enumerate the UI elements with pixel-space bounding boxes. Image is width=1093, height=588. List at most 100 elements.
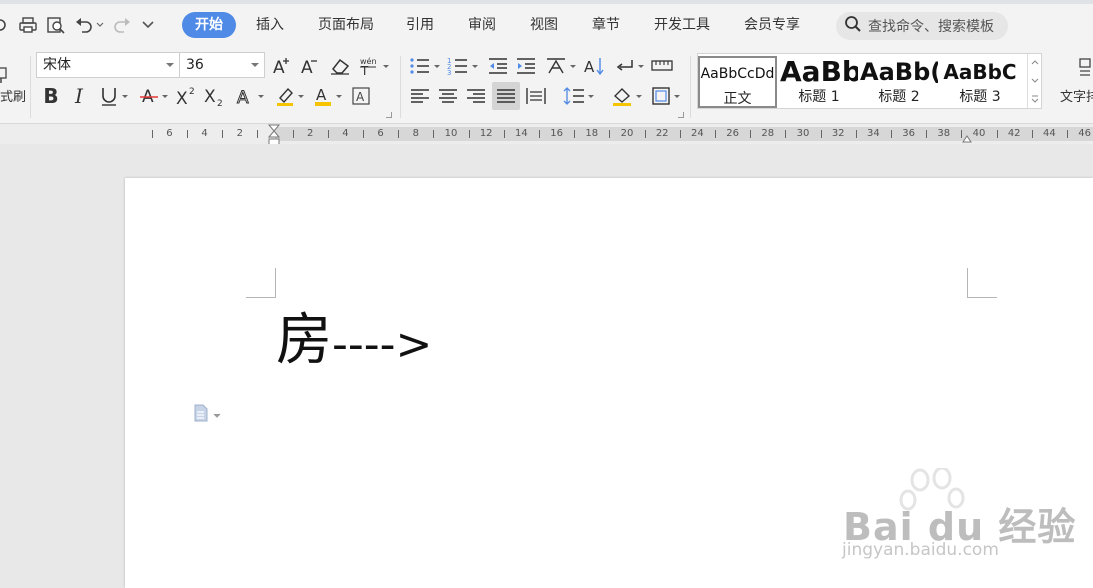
undo-dropdown-icon[interactable] bbox=[96, 21, 104, 29]
chevron-down-icon bbox=[166, 63, 174, 67]
ruler-tick bbox=[715, 130, 716, 138]
tab-home[interactable]: 开始 bbox=[182, 12, 236, 38]
character-border-button[interactable]: A bbox=[350, 84, 372, 108]
subscript-button[interactable]: X2 bbox=[202, 84, 226, 108]
paragraph-handle[interactable] bbox=[193, 404, 221, 426]
line-spacing-button[interactable] bbox=[560, 84, 596, 108]
svg-text:3: 3 bbox=[447, 69, 451, 76]
style-label: 标题 3 bbox=[959, 89, 1001, 105]
document-icon bbox=[193, 404, 209, 426]
ruler-tick bbox=[891, 130, 892, 138]
tab-developer[interactable]: 开发工具 bbox=[642, 12, 722, 38]
style-gallery-scroller[interactable] bbox=[1027, 54, 1041, 108]
print-preview-icon[interactable] bbox=[46, 16, 66, 34]
ruler-tick bbox=[820, 130, 822, 138]
font-size-select[interactable]: 36 bbox=[179, 52, 265, 78]
shading-button[interactable] bbox=[608, 84, 644, 108]
ruler-tick bbox=[750, 130, 752, 138]
superscript-button[interactable]: X2 bbox=[174, 84, 198, 108]
bold-icon: B bbox=[43, 84, 59, 108]
chevron-down-icon bbox=[637, 64, 644, 68]
svg-text:A: A bbox=[584, 58, 595, 76]
ruler-label: 12 bbox=[479, 128, 493, 139]
tab-member[interactable]: 会员专享 bbox=[732, 12, 812, 38]
shrink-font-icon[interactable]: A bbox=[299, 54, 321, 78]
style-heading-3[interactable]: AaBbC 标题 3 bbox=[941, 56, 1019, 108]
justify-icon[interactable] bbox=[492, 82, 520, 110]
text-layout-icon[interactable] bbox=[1076, 56, 1093, 84]
chevron-down-icon bbox=[213, 408, 221, 423]
highlight-button[interactable] bbox=[272, 84, 306, 108]
chevron-down-icon bbox=[297, 94, 304, 98]
undo-icon[interactable] bbox=[74, 16, 94, 34]
align-right-icon[interactable] bbox=[464, 84, 488, 108]
chevron-down-icon bbox=[251, 63, 259, 67]
ruler-label: 2 bbox=[307, 128, 314, 139]
svg-text:X: X bbox=[176, 89, 188, 107]
ruler-label: 46 bbox=[1078, 128, 1091, 139]
horizontal-ruler[interactable]: 6 4 2 2 4 6 8 10 12 14 16 18 20 22 24 26 28 30 32 34 36 38 40 4… bbox=[145, 127, 1093, 141]
ruler-label: 36 bbox=[902, 128, 915, 139]
tab-review[interactable]: 审阅 bbox=[456, 12, 508, 38]
table-tools-icon[interactable] bbox=[650, 54, 674, 78]
ruler-tick bbox=[574, 130, 576, 138]
right-indent-marker-icon[interactable] bbox=[962, 131, 972, 143]
align-left-icon[interactable] bbox=[408, 84, 432, 108]
phonetic-guide-icon[interactable]: wén T bbox=[357, 54, 389, 78]
ruler-label: 6 bbox=[166, 128, 173, 139]
bullets-button[interactable] bbox=[408, 54, 440, 78]
separator bbox=[690, 56, 691, 118]
font-dialog-launcher-icon[interactable] bbox=[386, 112, 392, 118]
ruler-label: 16 bbox=[550, 128, 563, 139]
align-center-icon[interactable] bbox=[436, 84, 460, 108]
tab-references[interactable]: 引用 bbox=[394, 12, 446, 38]
tab-view[interactable]: 视图 bbox=[518, 12, 570, 38]
customize-toolbar-icon[interactable] bbox=[142, 20, 154, 30]
format-painter-label[interactable]: 式刷 bbox=[0, 90, 26, 106]
redo-partial-icon[interactable] bbox=[0, 17, 10, 33]
style-heading-2[interactable]: AaBb( 标题 2 bbox=[860, 56, 938, 108]
style-normal[interactable]: AaBbCcDd 正文 bbox=[698, 56, 777, 108]
chevron-down-icon bbox=[673, 94, 680, 98]
sort-icon[interactable]: A bbox=[582, 54, 606, 78]
bold-button[interactable]: B bbox=[40, 84, 62, 108]
borders-button[interactable] bbox=[648, 84, 682, 108]
font-color-button[interactable]: A bbox=[310, 84, 344, 108]
chinese-layout-button[interactable] bbox=[542, 54, 578, 78]
ruler-label: 20 bbox=[620, 128, 634, 139]
chevron-down-icon bbox=[569, 64, 576, 68]
italic-button[interactable]: I bbox=[68, 84, 90, 108]
ruler-tick bbox=[644, 130, 646, 138]
svg-text:A: A bbox=[316, 86, 327, 104]
paragraph-dialog-launcher-icon[interactable] bbox=[678, 112, 684, 118]
document-text[interactable]: 房----> bbox=[276, 305, 432, 381]
command-search-box[interactable]: 查找命令、搜索模板 bbox=[836, 12, 1008, 40]
style-sample: AaBb( bbox=[860, 58, 938, 86]
text-layout-label[interactable]: 文字排 bbox=[1060, 90, 1093, 106]
style-heading-1[interactable]: AaBb 标题 1 bbox=[780, 56, 858, 108]
ruler-label: 8 bbox=[412, 128, 419, 139]
tab-chapter[interactable]: 章节 bbox=[580, 12, 632, 38]
print-icon[interactable] bbox=[18, 16, 38, 34]
underline-button[interactable] bbox=[96, 84, 130, 108]
margin-corner-top-right bbox=[967, 268, 997, 298]
redo-icon[interactable] bbox=[112, 16, 132, 34]
ruler-label: 40 bbox=[972, 128, 986, 139]
grow-font-icon[interactable]: A bbox=[271, 54, 293, 78]
distributed-icon[interactable] bbox=[524, 84, 548, 108]
ruler-tick bbox=[363, 130, 364, 138]
increase-indent-icon[interactable] bbox=[514, 54, 538, 78]
svg-text:A: A bbox=[237, 88, 249, 107]
font-name-select[interactable]: 宋体 bbox=[36, 52, 180, 78]
style-gallery: AaBbCcDd 正文 AaBb 标题 1 AaBb( 标题 2 AaBbC 标… bbox=[697, 53, 1042, 109]
clear-formatting-icon[interactable] bbox=[329, 54, 351, 78]
text-effects-button[interactable]: A bbox=[232, 84, 266, 108]
tab-insert[interactable]: 插入 bbox=[244, 12, 296, 38]
format-painter-icon[interactable] bbox=[0, 66, 8, 84]
strikethrough-button[interactable]: A bbox=[136, 84, 170, 108]
show-hide-marks-button[interactable] bbox=[612, 54, 646, 78]
ruler-label: 42 bbox=[1007, 128, 1021, 139]
numbering-button[interactable]: 123 bbox=[446, 54, 478, 78]
tab-page-layout[interactable]: 页面布局 bbox=[306, 12, 386, 38]
decrease-indent-icon[interactable] bbox=[486, 54, 510, 78]
